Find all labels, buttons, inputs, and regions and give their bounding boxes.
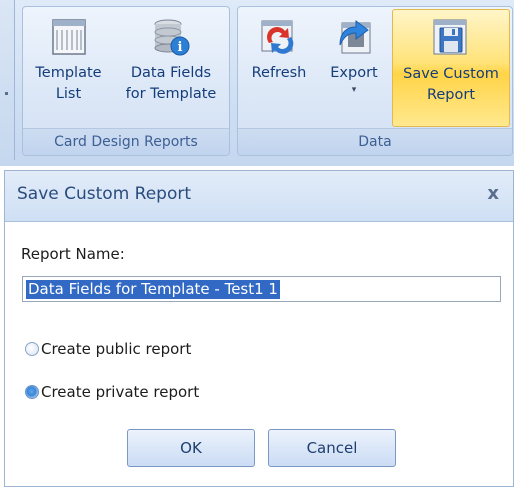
private-report-option[interactable]: Create private report xyxy=(25,382,199,402)
group-label-card-design-reports: Card Design Reports xyxy=(23,128,229,155)
private-report-radio[interactable] xyxy=(25,385,39,399)
template-list-icon xyxy=(49,17,89,57)
refresh-button[interactable]: Refresh xyxy=(241,9,317,127)
ok-button[interactable]: OK xyxy=(127,429,255,467)
export-label: Export xyxy=(330,65,378,81)
save-custom-report-label-2: Report xyxy=(426,87,476,103)
data-fields-label-1: Data Fields xyxy=(130,65,212,81)
ribbon: Template List i Data Fields for Template… xyxy=(0,0,514,166)
database-info-icon: i xyxy=(151,17,191,57)
save-custom-report-dialog: Save Custom Report x Report Name: Data F… xyxy=(4,170,514,487)
ribbon-group-card-design-reports: Template List i Data Fields for Template… xyxy=(22,6,230,156)
template-list-button[interactable]: Template List xyxy=(26,9,111,127)
public-report-label: Create public report xyxy=(41,340,192,358)
report-name-input[interactable]: Data Fields for Template - Test1 1 xyxy=(22,276,501,302)
svg-text:i: i xyxy=(178,40,183,55)
public-report-option[interactable]: Create public report xyxy=(25,339,191,359)
chevron-down-icon[interactable]: ▾ xyxy=(319,84,389,96)
public-report-radio[interactable] xyxy=(25,342,39,356)
save-custom-report-label-1: Save Custom xyxy=(403,66,499,82)
group-label-data: Data xyxy=(238,128,512,155)
cancel-button[interactable]: Cancel xyxy=(268,429,396,467)
dialog-titlebar[interactable]: Save Custom Report x xyxy=(5,171,513,222)
report-name-label: Report Name: xyxy=(21,245,125,263)
ribbon-group-data: Refresh Export ▾ Save Custom Report Data xyxy=(237,6,513,156)
template-list-label-2: List xyxy=(55,86,82,102)
dialog-title: Save Custom Report xyxy=(17,184,192,204)
data-fields-label-2: for Template xyxy=(125,86,217,102)
template-list-label-1: Template xyxy=(35,65,102,81)
save-custom-report-button[interactable]: Save Custom Report xyxy=(392,9,510,127)
save-icon xyxy=(431,18,471,58)
refresh-icon xyxy=(259,17,299,57)
export-icon xyxy=(334,17,374,57)
ribbon-scroll-edge[interactable] xyxy=(0,0,15,160)
refresh-label: Refresh xyxy=(251,65,307,81)
report-name-value: Data Fields for Template - Test1 1 xyxy=(26,280,280,299)
private-report-label: Create private report xyxy=(41,383,200,401)
data-fields-for-template-button[interactable]: i Data Fields for Template xyxy=(115,9,227,127)
export-button[interactable]: Export ▾ xyxy=(319,9,389,127)
close-icon[interactable]: x xyxy=(487,183,499,204)
